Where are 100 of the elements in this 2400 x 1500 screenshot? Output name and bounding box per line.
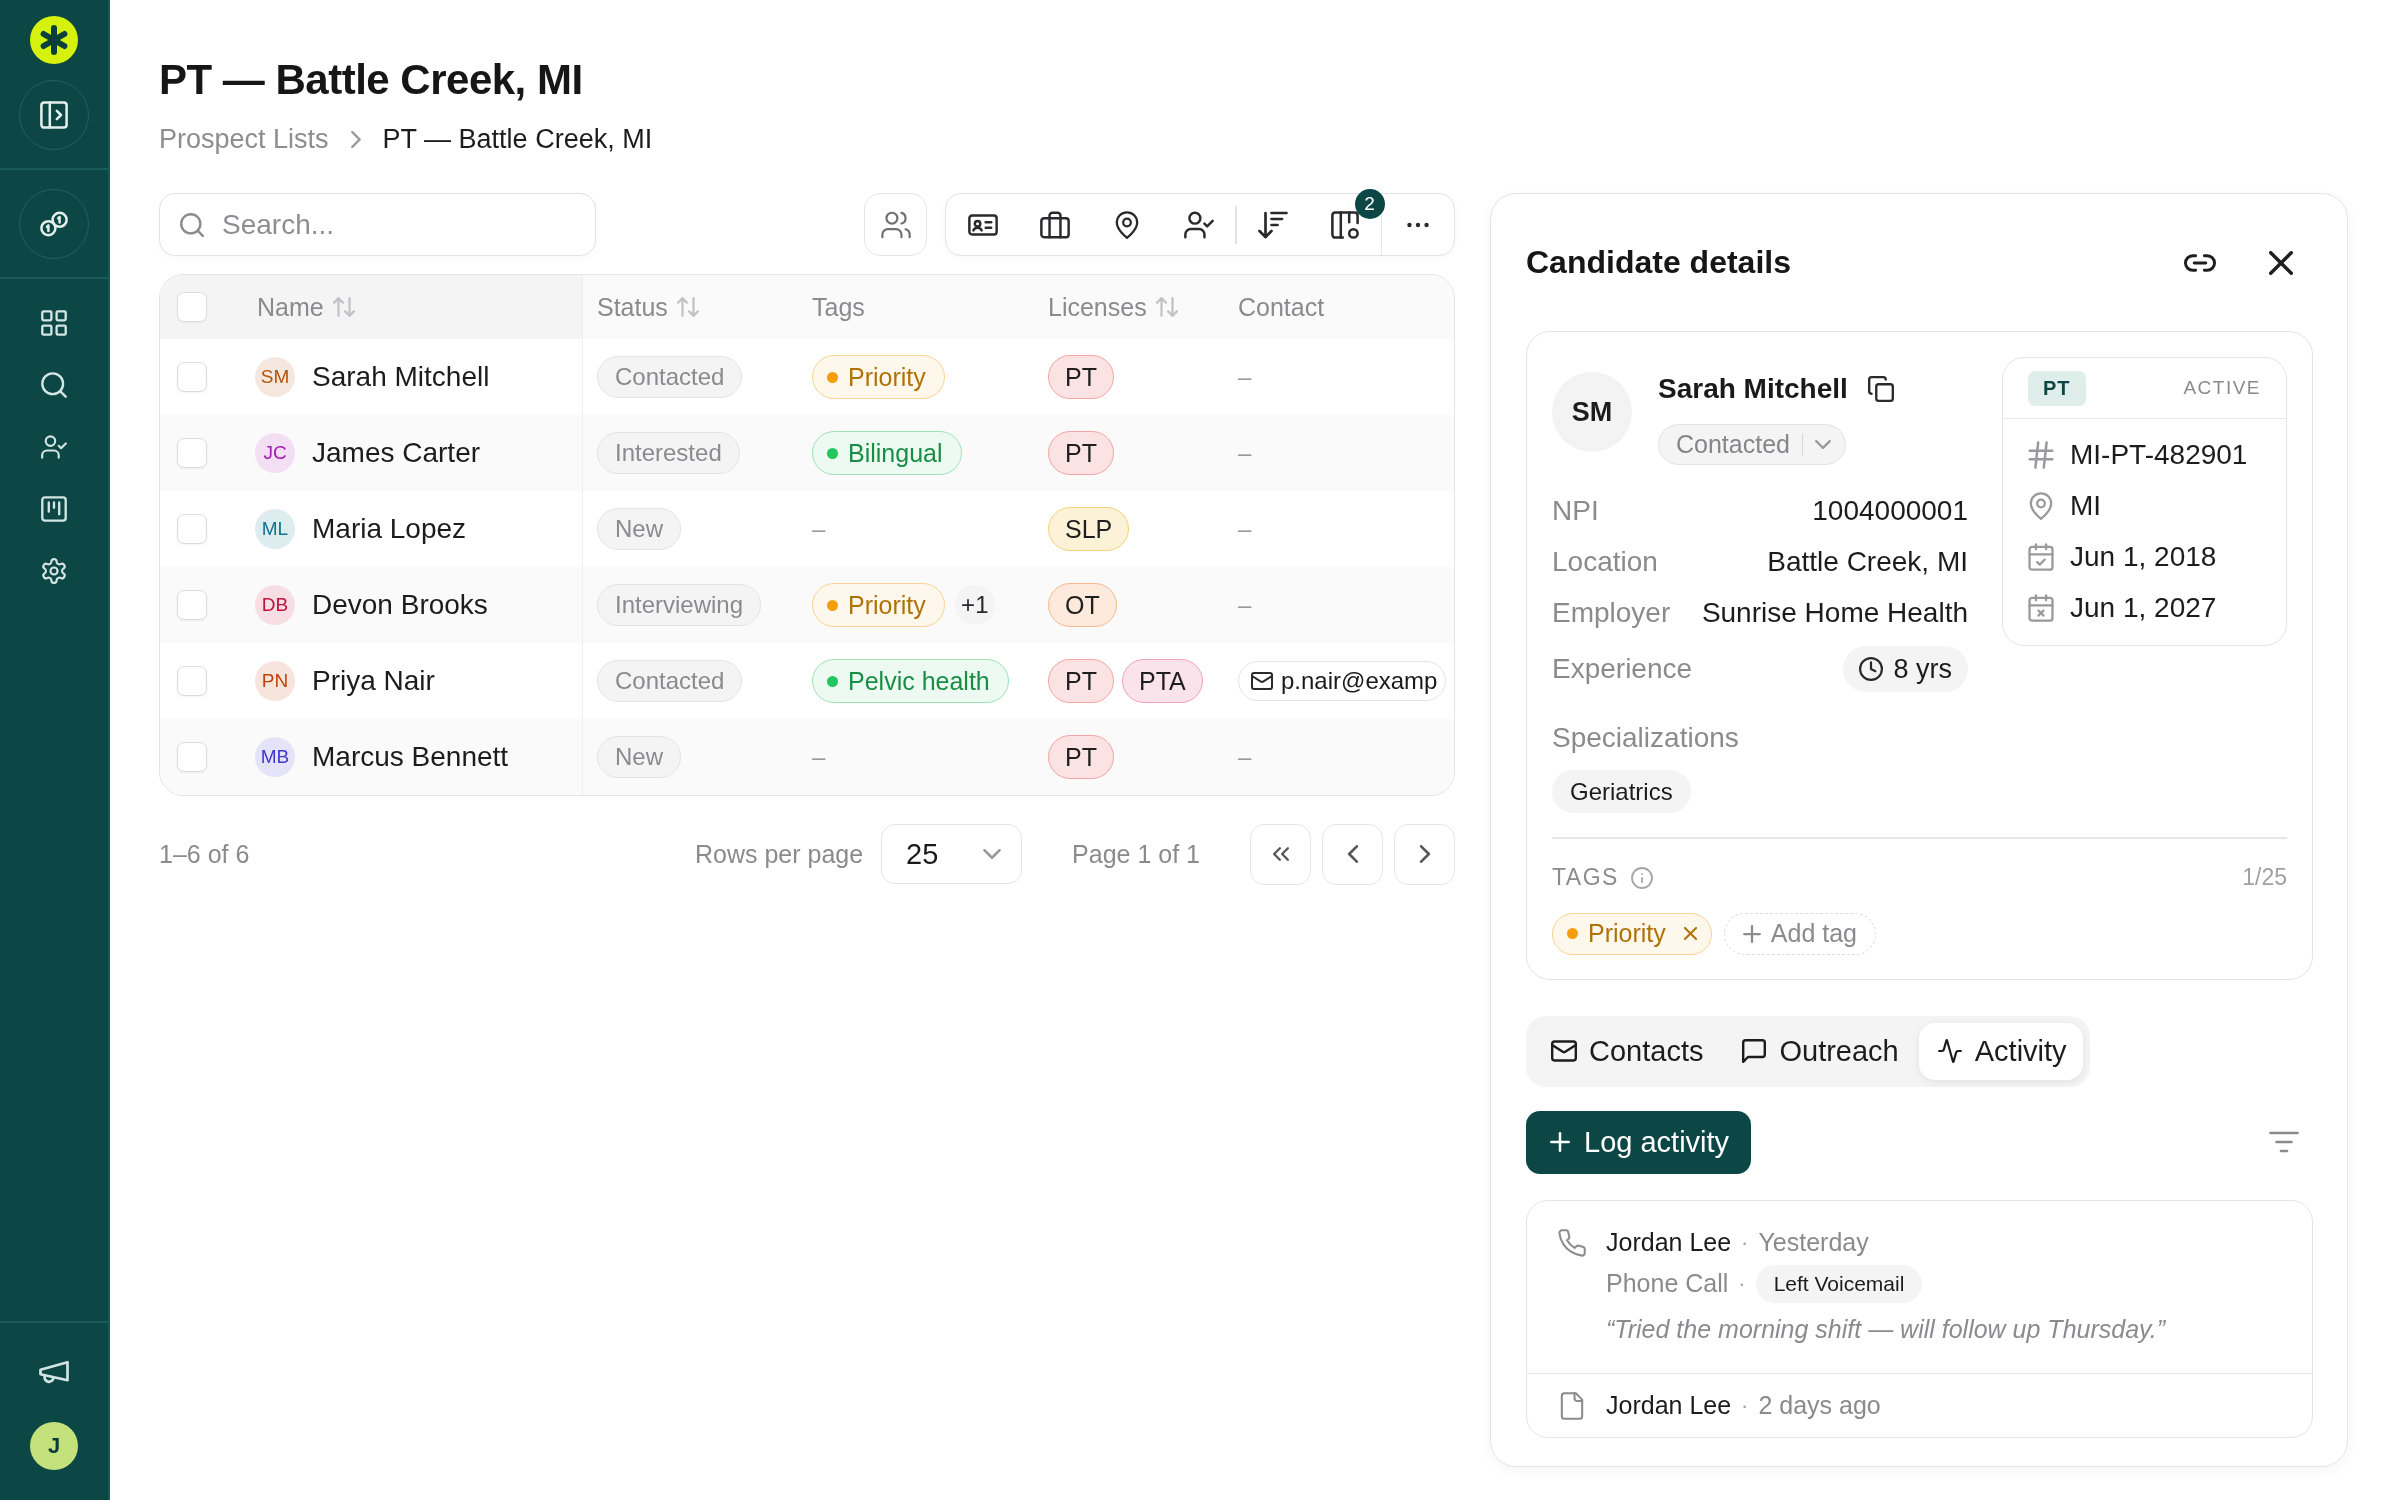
status-pill: Contacted [597, 356, 743, 398]
clock-icon [1859, 657, 1884, 681]
user-check-icon[interactable] [41, 434, 67, 460]
license-detail: Jun 1, 2018 [2070, 540, 2217, 573]
link-icon[interactable] [2184, 253, 2216, 272]
row-checkbox[interactable] [177, 666, 207, 696]
plus-icon [1742, 924, 1761, 943]
license-status: ACTIVE [2183, 377, 2261, 399]
row-checkbox[interactable] [177, 514, 207, 544]
file-icon [1558, 1391, 1586, 1420]
activity-time: 2 days ago [1758, 1391, 1881, 1420]
coins-icon [40, 210, 68, 238]
license-pill: PTA [1121, 659, 1203, 703]
activity-type: Phone Call [1606, 1269, 1729, 1298]
initials-avatar: MB [255, 737, 295, 777]
empty-value: – [1238, 439, 1252, 467]
section-label: TAGS [1552, 864, 1619, 891]
initials-avatar: SM [255, 357, 295, 397]
tag-pill: Bilingual [812, 431, 962, 475]
candidate-name[interactable]: James Carter [312, 437, 481, 469]
row-checkbox[interactable] [177, 742, 207, 772]
chevrons-left-icon [1272, 845, 1289, 863]
search-icon [180, 213, 204, 237]
tab[interactable]: Activity [1918, 1022, 2083, 1080]
plus-icon [1550, 1132, 1570, 1152]
user-check-icon [1184, 210, 1214, 239]
status-pill: New [597, 736, 681, 778]
copy-icon[interactable] [1867, 376, 1894, 402]
candidate-name[interactable]: Priya Nair [312, 665, 435, 697]
column-header: Tags [812, 292, 865, 322]
select-all-checkbox[interactable] [177, 292, 207, 322]
license-pill: PT [1048, 355, 1114, 399]
page-title: PT — Battle Creek, MI [159, 55, 584, 105]
field-label: Employer [1552, 596, 1671, 629]
close-icon[interactable] [2269, 250, 2293, 275]
people-button[interactable] [864, 193, 927, 256]
tab[interactable]: Contacts [1533, 1022, 1720, 1080]
mail-icon [1551, 1039, 1577, 1063]
board-icon[interactable] [41, 496, 67, 522]
rows-per-page-select[interactable]: 25 [881, 824, 1023, 884]
logo-icon[interactable] [30, 16, 78, 64]
grid-icon[interactable] [41, 310, 67, 336]
field-label: Location [1552, 545, 1658, 578]
panel-title: Candidate details [1526, 244, 1792, 281]
tag-pill: Priority [812, 583, 945, 627]
chevron-down-icon [1815, 440, 1832, 449]
remove-icon[interactable] [1683, 927, 1697, 940]
calendar-check-icon [2028, 542, 2054, 571]
license-pill: PT [1048, 735, 1114, 779]
candidate-name[interactable]: Marcus Bennett [312, 741, 509, 773]
separator-dot: · [1741, 1229, 1749, 1256]
license-detail: Jun 1, 2027 [2070, 591, 2217, 624]
empty-value: – [1238, 743, 1252, 771]
column-header: Contact [1238, 292, 1325, 322]
settings-icon[interactable] [41, 558, 67, 584]
empty-value: – [812, 515, 826, 543]
log-activity-button[interactable]: Log activity [1526, 1110, 1752, 1174]
outcome-chip: Left Voicemail [1755, 1264, 1923, 1303]
sort-descending-icon [1257, 210, 1288, 239]
candidate-name[interactable]: Maria Lopez [312, 513, 467, 545]
first-page-button[interactable] [1250, 823, 1311, 885]
more-tags-count[interactable]: +1 [954, 585, 995, 625]
empty-value: – [1238, 363, 1252, 391]
license-pill: PT [1048, 431, 1114, 475]
candidate-name[interactable]: Sarah Mitchell [312, 361, 490, 393]
status-pill: Interested [597, 432, 740, 474]
initials-avatar: JC [255, 433, 295, 473]
mail-icon [1251, 672, 1273, 690]
page-indicator: Page 1 of 1 [1072, 839, 1200, 869]
filter-icon[interactable] [2269, 1131, 2299, 1153]
field-value: Battle Creek, MI [1767, 545, 1968, 578]
candidate-name[interactable]: Devon Brooks [312, 589, 488, 621]
row-checkbox[interactable] [177, 590, 207, 620]
search-icon[interactable] [41, 372, 67, 398]
status-pill: Contacted [597, 660, 743, 702]
megaphone-icon[interactable] [39, 1360, 69, 1384]
hash-icon [2028, 440, 2054, 469]
panel-toggle-icon [40, 101, 68, 129]
users-icon [880, 210, 911, 239]
initials-avatar: SM [1552, 372, 1632, 452]
separator-dot: · [1741, 1392, 1749, 1419]
activity-author: Jordan Lee [1606, 1391, 1732, 1420]
briefcase-icon [1040, 210, 1070, 239]
user-avatar[interactable]: J [30, 1422, 78, 1470]
specialization-chip: Geriatrics [1552, 770, 1691, 813]
row-checkbox[interactable] [177, 362, 207, 392]
separator-dot: · [1738, 1270, 1746, 1297]
breadcrumb-link[interactable]: PT — Battle Creek, MI [382, 124, 653, 154]
license-type-tag: PT [2028, 370, 2086, 406]
row-checkbox[interactable] [177, 438, 207, 468]
candidate-name: Sarah Mitchell [1658, 373, 1848, 405]
search-field[interactable]: Search... [159, 193, 596, 256]
activity-note: “Tried the morning shift — will follow up Thursday.” [1606, 1313, 2165, 1345]
activity-time: Yesterday [1758, 1228, 1869, 1257]
calendar-x-icon [2028, 593, 2054, 622]
license-pill: PT [1048, 659, 1114, 703]
experience-chip: 8 yrs [1843, 646, 1968, 692]
initials-avatar: DB [255, 585, 295, 625]
tab[interactable]: Outreach [1723, 1022, 1915, 1080]
map-pin-icon [2028, 491, 2054, 520]
